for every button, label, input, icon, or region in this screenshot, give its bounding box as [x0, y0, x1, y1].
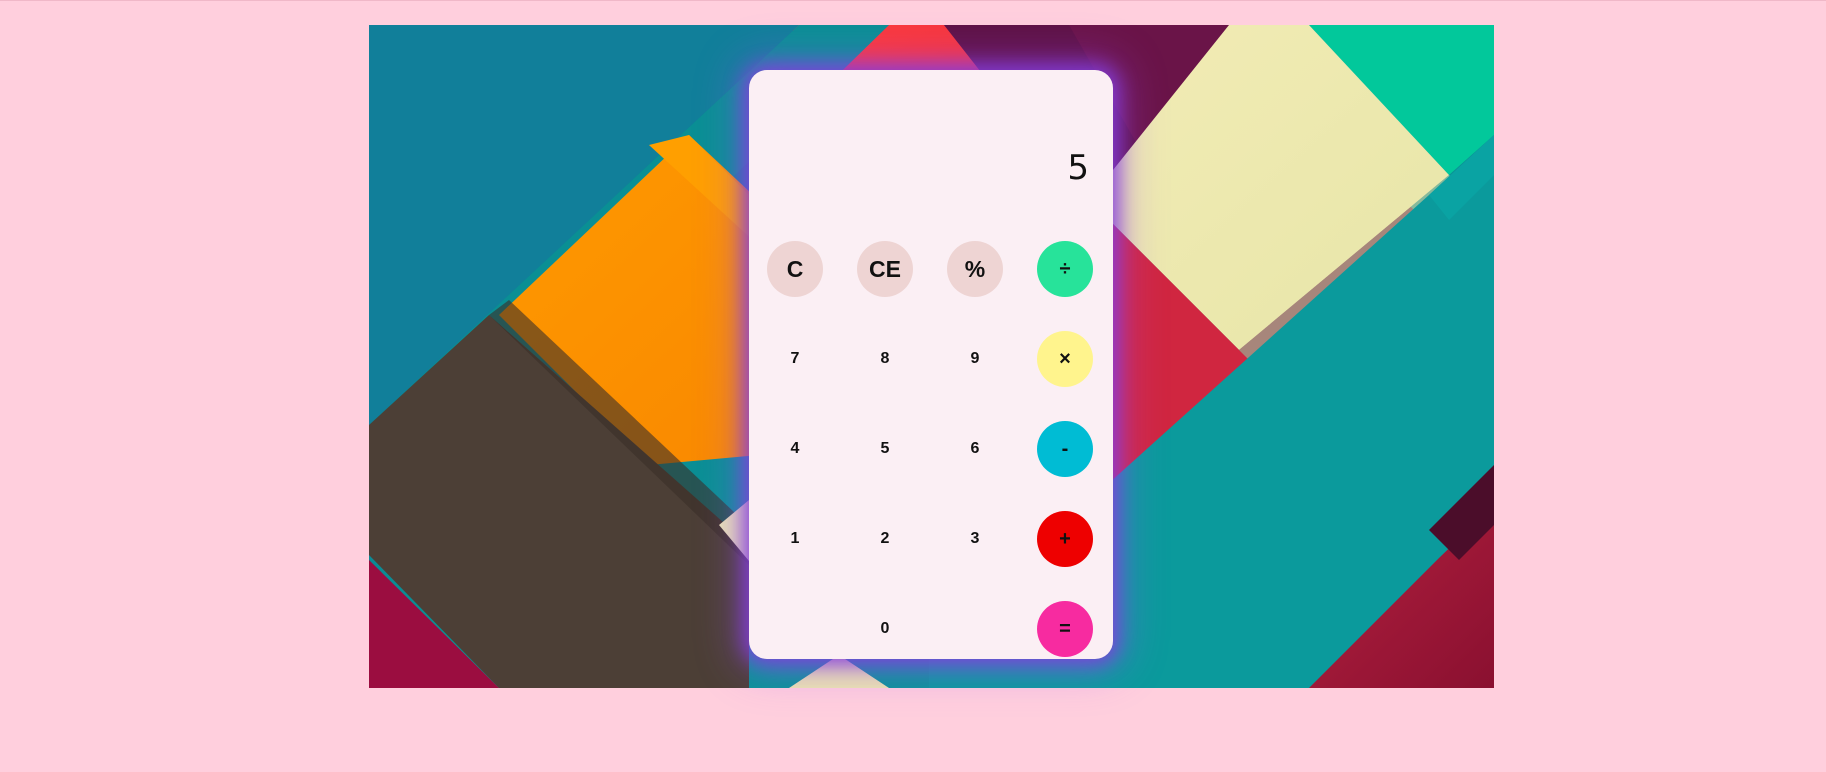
equals-button[interactable]: =	[1037, 601, 1093, 657]
add-button[interactable]: +	[1037, 511, 1093, 567]
multiply-button[interactable]: ×	[1037, 331, 1093, 387]
calculator-display: 5	[1067, 148, 1089, 188]
digit-2-button[interactable]: 2	[857, 511, 913, 567]
digit-5-button[interactable]: 5	[857, 421, 913, 477]
digit-4-button[interactable]: 4	[767, 421, 823, 477]
digit-3-button[interactable]: 3	[947, 511, 1003, 567]
page: 5 C CE % ÷ 7 8 9 × 4 5 6 - 1 2 3 + 0 =	[0, 0, 1826, 772]
calculator-panel: 5 C CE % ÷ 7 8 9 × 4 5 6 - 1 2 3 + 0 =	[749, 70, 1113, 659]
digit-0-button[interactable]: 0	[857, 601, 913, 657]
percent-button[interactable]: %	[947, 241, 1003, 297]
digit-8-button[interactable]: 8	[857, 331, 913, 387]
digit-6-button[interactable]: 6	[947, 421, 1003, 477]
clear-button[interactable]: C	[767, 241, 823, 297]
digit-1-button[interactable]: 1	[767, 511, 823, 567]
clear-entry-button[interactable]: CE	[857, 241, 913, 297]
digit-7-button[interactable]: 7	[767, 331, 823, 387]
digit-9-button[interactable]: 9	[947, 331, 1003, 387]
divide-button[interactable]: ÷	[1037, 241, 1093, 297]
subtract-button[interactable]: -	[1037, 421, 1093, 477]
